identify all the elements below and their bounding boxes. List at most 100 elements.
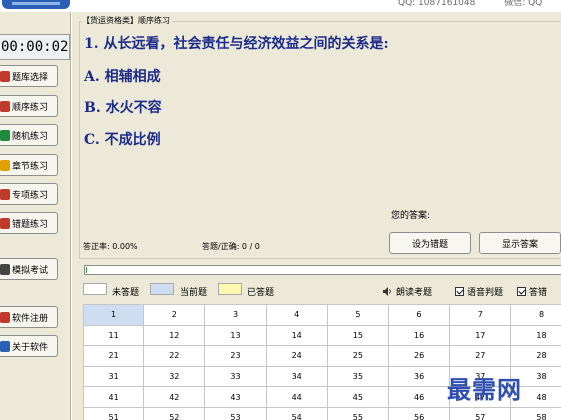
sidebar-item-8[interactable]: 软件注册 — [0, 306, 58, 328]
sidebar-item-4[interactable]: 章节练习 — [0, 154, 58, 176]
question-cell[interactable]: 14 — [266, 325, 328, 347]
question-cell[interactable]: 4 — [266, 305, 328, 326]
sidebar-item-9[interactable]: 关于软件 — [0, 335, 58, 357]
book-icon — [0, 70, 10, 82]
question-title: 1. 从长远看，社会责任与经济效益之间的关系是: — [84, 36, 389, 52]
sidebar-item-3[interactable]: 随机练习 — [0, 124, 58, 146]
legend-current-label: 当前题 — [180, 288, 208, 298]
sidebar-item-5[interactable]: 专项练习 — [0, 183, 58, 205]
sidebar-item-label: 错题练习 — [12, 219, 49, 230]
question-cell[interactable]: 8 — [511, 305, 561, 326]
your-answer-label: 您的答案: — [391, 211, 431, 221]
option-b[interactable]: B. 水火不容 — [84, 97, 162, 117]
question-cell[interactable]: 26 — [389, 346, 451, 367]
question-cell[interactable]: 11 — [83, 325, 145, 347]
question-cell[interactable]: 3 — [205, 305, 267, 326]
list-icon — [0, 100, 10, 112]
chapter-icon — [0, 159, 10, 171]
read-aloud-toggle[interactable]: 朗读考题 — [383, 285, 432, 298]
legend-current-swatch — [150, 283, 174, 295]
watermark-text: 最需网 — [447, 375, 522, 404]
question-cell[interactable]: 13 — [205, 325, 267, 347]
question-cell[interactable]: 54 — [267, 408, 328, 420]
wechat-label: 微信: QQ — [504, 0, 543, 8]
question-cell[interactable]: 46 — [389, 387, 451, 408]
register-icon — [0, 311, 10, 323]
speaker-icon — [383, 287, 391, 296]
question-cell[interactable]: 53 — [205, 408, 267, 420]
sidebar-item-label: 题库选择 — [12, 72, 49, 83]
auto-answer-checkbox[interactable] — [517, 287, 526, 296]
timer-display: 00:00:02 — [0, 34, 70, 60]
voice-judge-toggle[interactable]: 语音判题 — [455, 285, 503, 298]
question-cell[interactable]: 55 — [328, 408, 389, 420]
contact-info: QQ: 1087161048 微信: QQ — [398, 0, 561, 8]
option-c[interactable]: C. 不成比例 — [84, 129, 161, 149]
question-cell[interactable]: 41 — [83, 387, 145, 408]
about-icon — [0, 340, 10, 352]
sidebar-item-6[interactable]: 错题练习 — [0, 212, 58, 234]
question-cell[interactable]: 51 — [83, 408, 145, 420]
question-cell[interactable]: 5 — [327, 305, 389, 326]
question-cell[interactable]: 31 — [83, 366, 145, 388]
question-cell[interactable]: 57 — [450, 408, 512, 420]
question-cell[interactable]: 42 — [144, 387, 206, 408]
sidebar-item-label: 顺序练习 — [12, 102, 49, 113]
question-cell[interactable]: 24 — [266, 346, 328, 367]
answered-stat: 答题/正确: 0 / 0 — [202, 242, 260, 251]
sidebar-item-1[interactable]: 题库选择 — [0, 65, 58, 87]
question-cell[interactable]: 15 — [327, 325, 389, 347]
question-cell[interactable]: 22 — [144, 346, 206, 367]
voice-judge-checkbox[interactable] — [455, 287, 464, 296]
question-cell[interactable]: 25 — [327, 346, 389, 367]
question-cell[interactable]: 32 — [144, 366, 206, 388]
question-cell[interactable]: 16 — [389, 325, 451, 347]
option-a[interactable]: A. 相辅相成 — [84, 66, 161, 86]
question-cell[interactable]: 45 — [327, 387, 389, 408]
question-cell[interactable]: 28 — [511, 346, 561, 367]
read-aloud-label: 朗读考题 — [396, 288, 433, 298]
sidebar-item-2[interactable]: 顺序练习 — [0, 95, 58, 117]
question-cell[interactable]: 27 — [450, 346, 512, 367]
question-cell[interactable]: 52 — [144, 408, 206, 420]
sidebar-item-label: 模拟考试 — [12, 265, 49, 276]
category-caption: 【货运资格类】顺序练习 — [82, 15, 172, 26]
show-answer-button[interactable]: 显示答案 — [479, 232, 561, 254]
sidebar-item-label: 随机练习 — [12, 131, 49, 142]
legend-unanswered-label: 未答题 — [112, 288, 140, 298]
question-cell[interactable]: 7 — [450, 305, 512, 326]
mark-wrong-button[interactable]: 设为错题 — [389, 232, 471, 254]
sidebar-item-7[interactable]: 模拟考试 — [0, 258, 58, 280]
legend-answered-swatch — [218, 283, 242, 295]
sidebar-item-label: 专项练习 — [12, 190, 49, 201]
question-cell[interactable]: 17 — [450, 325, 512, 347]
question-cell[interactable]: 21 — [83, 346, 145, 367]
question-cell[interactable]: 43 — [205, 387, 267, 408]
progress-fill — [86, 267, 87, 273]
exam-icon — [0, 263, 10, 275]
question-cell[interactable]: 1 — [83, 305, 145, 326]
question-cell[interactable]: 56 — [389, 408, 451, 420]
question-cell[interactable]: 2 — [144, 305, 206, 326]
legend-unanswered-swatch — [83, 283, 107, 295]
question-cell[interactable]: 35 — [327, 366, 389, 388]
question-cell[interactable]: 12 — [144, 325, 206, 347]
topic-icon — [0, 188, 10, 200]
qq-label: QQ: 1087161048 — [398, 0, 476, 8]
top-banner: QQ: 1087161048 微信: QQ — [0, 0, 561, 12]
random-icon — [0, 129, 10, 141]
question-cell[interactable]: 18 — [511, 326, 561, 347]
legend-answered-label: 已答题 — [247, 288, 275, 298]
question-cell[interactable]: 34 — [266, 366, 328, 388]
question-cell[interactable]: 44 — [266, 387, 328, 408]
auto-answer-toggle[interactable]: 答错 — [517, 285, 547, 298]
question-cell[interactable]: 36 — [389, 366, 451, 388]
accuracy-stat: 答正率: 0.00% — [83, 242, 138, 251]
question-cell[interactable]: 58 — [511, 408, 561, 420]
sidebar-item-label: 关于软件 — [12, 342, 49, 353]
question-cell[interactable]: 33 — [205, 366, 267, 388]
question-cell[interactable]: 23 — [205, 346, 267, 367]
bus-logo-icon — [2, 0, 70, 9]
sidebar-item-label: 软件注册 — [12, 313, 49, 324]
question-cell[interactable]: 6 — [389, 305, 451, 326]
